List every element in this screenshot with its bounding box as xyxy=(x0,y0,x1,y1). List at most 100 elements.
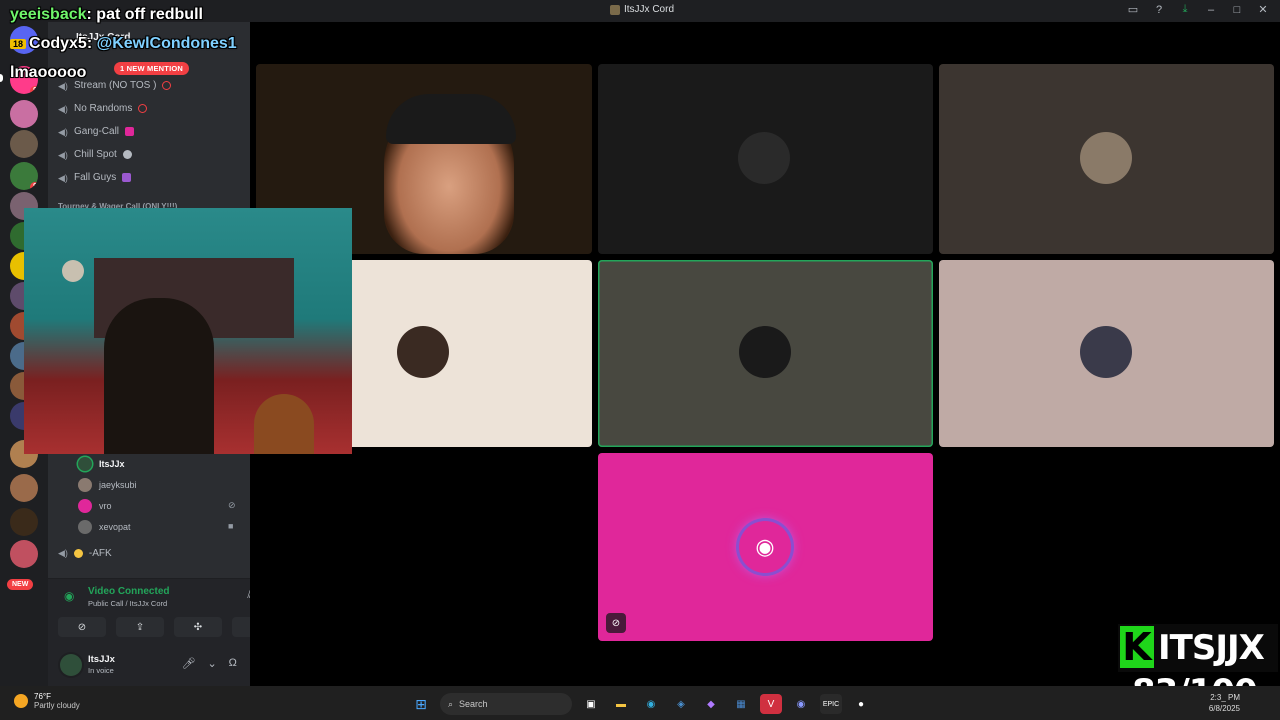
server-icon[interactable] xyxy=(10,474,38,502)
new-mention-pill[interactable]: 1 NEW MENTION xyxy=(114,62,190,75)
muted-icon: ⊘ xyxy=(228,500,236,510)
video-tile-speaking[interactable] xyxy=(598,260,933,447)
start-icon[interactable]: ⊞ xyxy=(410,694,432,714)
new-servers-pill[interactable]: NEW xyxy=(7,579,34,590)
channel-label: Gang-Call xyxy=(74,126,120,137)
title-bar-controls: ▭ ? ⤓ – □ ✕ xyxy=(1126,3,1270,16)
minimize-icon[interactable]: – xyxy=(1204,4,1218,16)
file-explorer-icon[interactable]: ▬ xyxy=(610,694,632,714)
video-tile[interactable] xyxy=(939,64,1274,254)
channel-label: Chill Spot xyxy=(74,149,117,160)
server-icon[interactable]: 9 xyxy=(10,162,38,190)
user-status: In voice xyxy=(88,666,114,675)
avatar xyxy=(78,457,92,471)
activities-button[interactable]: ✣ xyxy=(174,617,222,637)
close-icon[interactable]: ✕ xyxy=(1256,3,1270,16)
system-clock[interactable]: 2:3_ PM 6/8/2025 xyxy=(1209,692,1240,714)
chat-text: @KewlCondones1 xyxy=(96,35,237,52)
username[interactable]: ItsJJx xyxy=(88,654,115,665)
server-icon[interactable] xyxy=(10,508,38,536)
server-icon[interactable] xyxy=(10,130,38,158)
epic-games-icon[interactable]: EPIC xyxy=(820,694,842,714)
chat-text: lmaooooo xyxy=(10,64,87,81)
obs-icon[interactable]: ● xyxy=(850,694,872,714)
sleepy-face-icon xyxy=(73,549,83,558)
voice-connection-panel: ◉ Video Connected Public Call / ItsJJx C… xyxy=(48,578,250,647)
soundboard-button[interactable]: ♪ xyxy=(232,617,250,637)
inbox-icon[interactable]: ▭ xyxy=(1126,3,1140,16)
download-icon[interactable]: ⤓ xyxy=(1178,3,1192,16)
edge-icon[interactable]: ◉ xyxy=(640,694,662,714)
headphones-icon[interactable]: Ω xyxy=(229,657,237,670)
window-title-text: ItsJJx Cord xyxy=(624,4,675,15)
discord-icon[interactable]: ◉ xyxy=(790,694,812,714)
app-icon[interactable]: ◆ xyxy=(700,694,722,714)
help-icon[interactable]: ? xyxy=(1152,4,1166,16)
user-panel: ItsJJx In voice 🎤︎ ⌄ Ω ⌄ ⚙ xyxy=(48,646,250,686)
server-badge: 9 xyxy=(30,182,38,190)
voice-channel[interactable]: ◀) Chill Spot xyxy=(58,149,132,160)
voice-channel[interactable]: ◀) Fall Guys xyxy=(58,172,132,183)
server-icon[interactable] xyxy=(10,540,38,568)
chevron-down-icon[interactable]: ⌄ xyxy=(249,657,250,670)
member-name: ItsJJx xyxy=(99,459,125,469)
voice-controls: ⫽ ☎ xyxy=(247,589,250,602)
screen: ItsJJx Cord ▭ ? ⤓ – □ ✕ 9 9 NEW ItsJJx C… xyxy=(0,0,1280,720)
chat-separator: : xyxy=(86,6,92,23)
speaker-icon: ◀) xyxy=(58,103,68,114)
store-icon[interactable]: ▦ xyxy=(730,694,752,714)
screen-share-button[interactable]: ⇪ xyxy=(116,617,164,637)
server-badge: 9 xyxy=(30,86,38,94)
camera-icon: ■ xyxy=(228,521,234,531)
avatar xyxy=(78,520,92,534)
server-icon[interactable] xyxy=(10,100,38,128)
voice-subtitle[interactable]: Public Call / ItsJJx Cord xyxy=(88,599,167,608)
profile-picture xyxy=(738,132,790,184)
chat-username: yeeisback xyxy=(10,6,87,23)
voice-member[interactable]: ItsJJx xyxy=(78,457,125,471)
valorant-icon[interactable]: V xyxy=(760,694,782,714)
camera-off-button[interactable]: ⊘ xyxy=(58,617,106,637)
voice-member[interactable]: vro xyxy=(78,499,112,513)
microphone-icon[interactable]: 🎤︎ xyxy=(181,657,195,670)
smile-icon xyxy=(122,150,132,159)
voice-status[interactable]: Video Connected xyxy=(88,586,170,597)
speaker-icon: ◀) xyxy=(58,80,68,91)
voice-channel[interactable]: ◀) Gang-Call xyxy=(58,126,135,137)
task-view-icon[interactable]: ▣ xyxy=(580,694,602,714)
chair xyxy=(254,394,314,454)
video-tile[interactable] xyxy=(598,64,933,254)
wall-clock xyxy=(62,260,84,282)
clock-date: 6/8/2025 xyxy=(1208,704,1240,713)
voice-action-buttons: ⊘ ⇪ ✣ ♪ xyxy=(58,617,250,637)
purple-square-icon xyxy=(122,173,132,182)
voice-member[interactable]: jaeyksubi xyxy=(78,478,137,492)
noise-suppression-icon[interactable]: ⫽ xyxy=(247,589,250,602)
voice-channel[interactable]: ◀) -AFK xyxy=(58,548,112,559)
channel-label: No Randoms xyxy=(74,103,133,114)
clock-time: 2:3_ PM xyxy=(1210,693,1240,702)
weather-widget[interactable]: 76°F Partly cloudy xyxy=(14,692,80,710)
chat-text: pat off redbull xyxy=(96,6,203,23)
muted-icon: ⊘ xyxy=(606,613,626,633)
maximize-icon[interactable]: □ xyxy=(1230,4,1244,16)
voice-channel[interactable]: ◀) No Randoms xyxy=(58,103,148,114)
no-entry-icon xyxy=(162,81,172,90)
age-badge: 18 xyxy=(10,38,27,49)
video-tile[interactable]: ◉ ⊘ xyxy=(598,453,933,641)
person xyxy=(104,298,214,454)
speaker-icon: ◀) xyxy=(58,172,68,183)
browser-icon[interactable]: ◈ xyxy=(670,694,692,714)
signal-icon[interactable]: ◉ xyxy=(64,589,74,603)
member-name: xevopat xyxy=(99,522,131,532)
video-tile[interactable] xyxy=(939,260,1274,447)
search-placeholder: Search xyxy=(459,699,488,709)
avatar[interactable] xyxy=(60,654,82,676)
streamer-webcam-overlay xyxy=(24,208,352,454)
chat-message: yeeisback: pat off redbull xyxy=(10,6,203,24)
search-input[interactable]: ⌕ Search xyxy=(440,693,572,715)
taskbar-apps: ⊞ ⌕ Search ▣ ▬ ◉ ◈ ◆ ▦ V ◉ EPIC ● xyxy=(410,693,872,715)
voice-member[interactable]: xevopat xyxy=(78,520,131,534)
chevron-down-icon[interactable]: ⌄ xyxy=(207,657,216,670)
avatar xyxy=(78,478,92,492)
